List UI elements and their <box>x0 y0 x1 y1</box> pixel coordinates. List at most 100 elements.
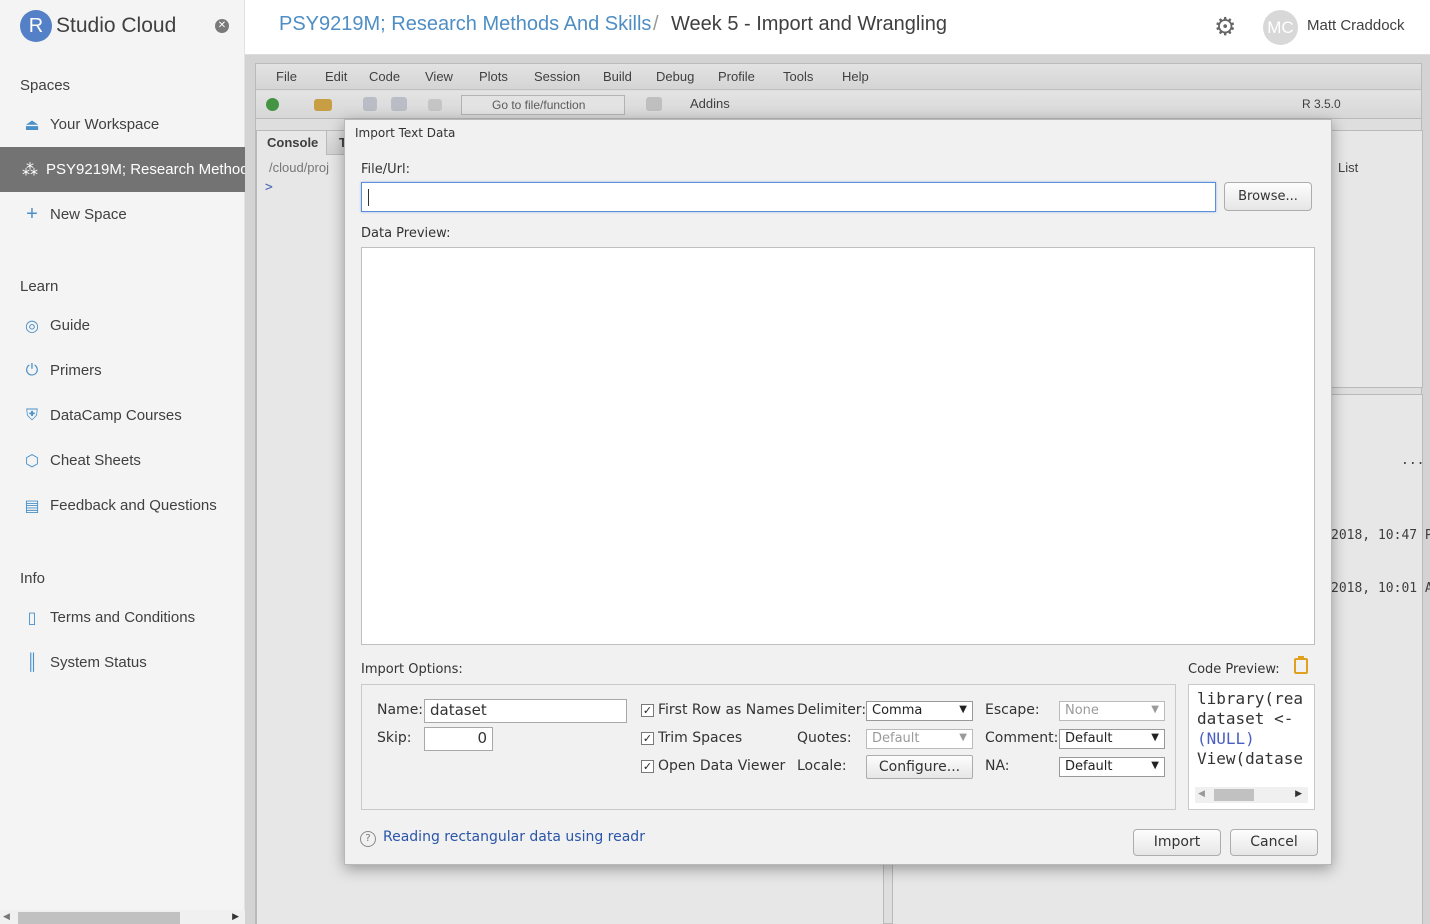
data-preview-label: Data Preview: <box>361 226 451 241</box>
r-logo-icon: R <box>20 10 52 42</box>
avatar[interactable]: MC <box>1263 10 1298 45</box>
sidebar-item-system-status[interactable]: ║ System Status <box>0 640 245 685</box>
configure-locale-button[interactable]: Configure... <box>866 755 973 779</box>
sidebar-item-feedback[interactable]: ▤ Feedback and Questions <box>0 483 245 528</box>
sidebar-item-label: Guide <box>50 317 91 334</box>
user-name[interactable]: Matt Craddock <box>1307 17 1405 34</box>
delimiter-select[interactable]: Comma ▼ <box>866 701 973 721</box>
breadcrumb-project[interactable]: Week 5 - Import and Wrangling <box>671 13 947 36</box>
gear-icon[interactable]: ⚙ <box>1214 13 1236 41</box>
import-options-label: Import Options: <box>361 662 463 677</box>
quotes-select[interactable]: Default ▼ <box>866 729 973 749</box>
comment-select[interactable]: Default ▼ <box>1059 729 1165 749</box>
browse-button[interactable]: Browse... <box>1224 182 1312 211</box>
scroll-left-icon[interactable]: ◀ <box>1198 789 1205 799</box>
close-sidebar-icon[interactable]: ✕ <box>215 19 229 33</box>
delimiter-label: Delimiter: <box>797 702 867 718</box>
document-icon: ▯ <box>27 609 37 627</box>
na-value: Default <box>1065 759 1113 774</box>
name-input[interactable]: dataset <box>424 699 627 723</box>
readr-help-link[interactable]: Reading rectangular data using readr <box>383 829 645 845</box>
sidebar-item-your-workspace[interactable]: ⏏ Your Workspace <box>0 102 245 147</box>
comment-value: Default <box>1065 731 1113 746</box>
clipboard-icon[interactable] <box>1294 656 1308 674</box>
sidebar-item-label: New Space <box>50 206 127 223</box>
code-preview-scrollbar[interactable]: ◀ ▶ <box>1195 787 1308 803</box>
skip-label: Skip: <box>377 730 412 746</box>
code-preview-label: Code Preview: <box>1188 662 1280 677</box>
import-options-panel: Name: dataset Skip: 0 ✓ First Row as Nam… <box>361 684 1176 810</box>
code-preview-area[interactable]: library(rea dataset <- (NULL) View(datas… <box>1188 684 1315 810</box>
sidebar-item-label: DataCamp Courses <box>50 407 182 424</box>
code-line-2: dataset <- <box>1197 709 1294 728</box>
group-icon: ⁂ <box>22 161 38 179</box>
escape-value: None <box>1065 703 1099 718</box>
dropdown-arrow-icon: ▼ <box>959 704 967 715</box>
sidebar-item-guide[interactable]: ◎ Guide <box>0 303 245 348</box>
import-button[interactable]: Import <box>1133 829 1221 856</box>
escape-label: Escape: <box>985 702 1040 718</box>
rstudio-cloud-logo[interactable]: R Studio Cloud <box>20 10 176 42</box>
scrollbar-thumb[interactable] <box>1214 789 1254 801</box>
sidebar-item-datacamp[interactable]: ⛨ DataCamp Courses <box>0 393 245 438</box>
sidebar-item-label: PSY9219M; Research Methods And Skills <box>46 161 245 178</box>
name-label: Name: <box>377 702 424 718</box>
na-label: NA: <box>985 758 1010 774</box>
sidebar-item-active-space[interactable]: ⁂ PSY9219M; Research Methods And Skills <box>0 147 245 192</box>
breadcrumb-space[interactable]: PSY9219M; Research Methods And Skills <box>279 13 651 36</box>
na-select[interactable]: Default ▼ <box>1059 757 1165 777</box>
sidebar-item-new-space[interactable]: + New Space <box>0 192 245 237</box>
dropdown-arrow-icon: ▼ <box>1151 760 1159 771</box>
scroll-right-icon[interactable]: ▶ <box>1295 789 1302 799</box>
locale-label: Locale: <box>797 758 847 774</box>
help-icon[interactable]: ? <box>360 831 376 847</box>
compass-icon: ◎ <box>25 317 39 335</box>
sidebar-item-primers[interactable]: ⏻ Primers <box>0 348 245 393</box>
first-row-names-label: First Row as Names <box>658 702 795 718</box>
sidebar-item-label: Your Workspace <box>50 116 160 133</box>
first-row-names-checkbox[interactable]: ✓ <box>641 704 654 717</box>
sidebar-item-cheat-sheets[interactable]: ⬡ Cheat Sheets <box>0 438 245 483</box>
trim-spaces-checkbox[interactable]: ✓ <box>641 732 654 745</box>
scrollbar-thumb[interactable] <box>18 912 180 924</box>
dropdown-arrow-icon: ▼ <box>959 732 967 743</box>
power-icon: ⏻ <box>25 361 39 379</box>
open-data-viewer-checkbox[interactable]: ✓ <box>641 760 654 773</box>
delimiter-value: Comma <box>872 703 923 718</box>
spaces-heading: Spaces <box>20 77 71 94</box>
sidebar-item-label: Primers <box>50 362 102 379</box>
open-data-viewer-label: Open Data Viewer <box>658 758 786 774</box>
sidebar-item-label: Cheat Sheets <box>50 452 141 469</box>
dropdown-arrow-icon: ▼ <box>1151 704 1159 715</box>
quotes-value: Default <box>872 731 920 746</box>
header: PSY9219M; Research Methods And Skills / … <box>245 0 1430 55</box>
sidebar: R Studio Cloud ✕ Spaces ⏏ Your Workspace… <box>0 0 245 924</box>
skip-input[interactable]: 0 <box>424 727 493 751</box>
pulse-icon: ║ <box>26 653 38 671</box>
data-preview-area[interactable] <box>361 247 1315 645</box>
scroll-right-icon[interactable]: ▶ <box>232 911 239 922</box>
text-caret <box>368 189 369 206</box>
sidebar-item-terms[interactable]: ▯ Terms and Conditions <box>0 595 245 640</box>
file-url-label: File/Url: <box>361 162 410 177</box>
scroll-left-icon[interactable]: ◀ <box>3 911 10 922</box>
chat-icon: ▤ <box>24 497 40 515</box>
hexagon-icon: ⬡ <box>25 452 39 470</box>
info-heading: Info <box>20 570 46 587</box>
sidebar-item-label: Terms and Conditions <box>50 609 196 626</box>
logo-text: Studio Cloud <box>56 14 177 37</box>
dialog-title: Import Text Data <box>355 126 456 140</box>
trim-spaces-label: Trim Spaces <box>658 730 743 746</box>
sidebar-horizontal-scrollbar[interactable]: ◀ ▶ <box>0 910 245 924</box>
cancel-button[interactable]: Cancel <box>1230 829 1318 856</box>
dropdown-arrow-icon: ▼ <box>1151 732 1159 743</box>
learn-heading: Learn <box>20 278 59 295</box>
code-line-1: library(rea <box>1197 689 1303 708</box>
shield-icon: ⛨ <box>25 406 38 424</box>
sidebar-item-label: System Status <box>50 654 147 671</box>
quotes-label: Quotes: <box>797 730 852 746</box>
sidebar-item-label: Feedback and Questions <box>50 497 217 514</box>
code-line-4: View(datase <box>1197 749 1303 768</box>
file-url-input[interactable] <box>361 182 1216 212</box>
escape-select[interactable]: None ▼ <box>1059 701 1165 721</box>
